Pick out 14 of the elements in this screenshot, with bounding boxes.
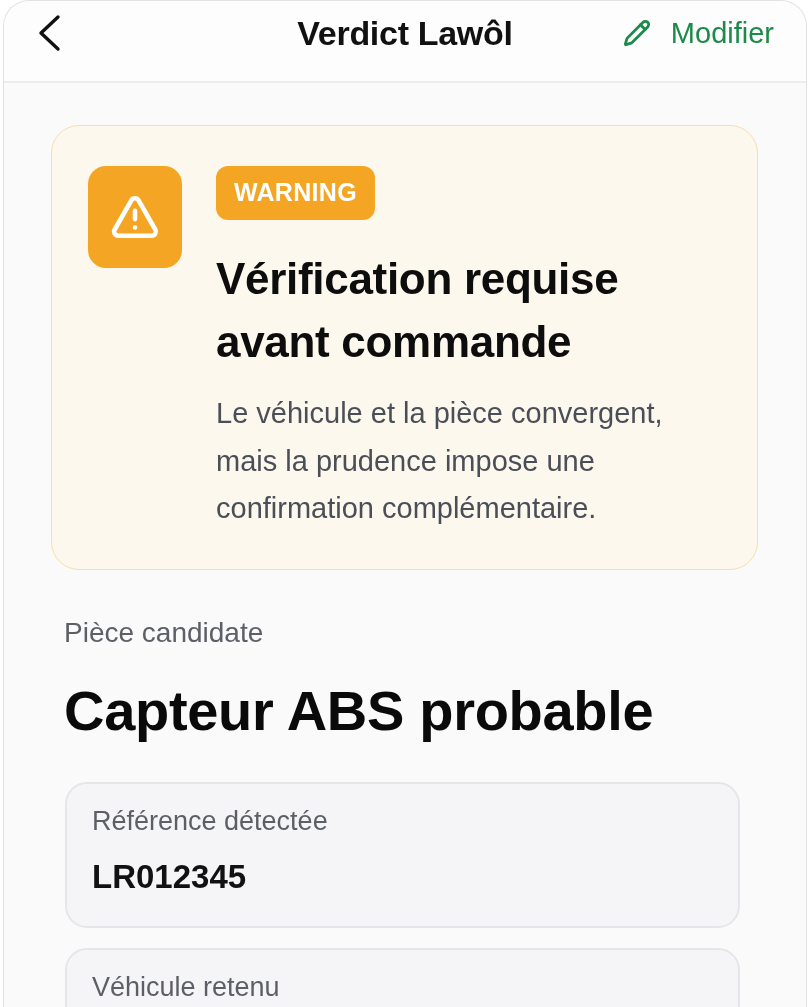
edit-button[interactable]: Modifier	[622, 14, 774, 52]
field-label: Véhicule retenu	[92, 971, 281, 1002]
severity-badge: WARNING	[216, 166, 375, 220]
screen-title: Verdict Lawôl	[297, 13, 513, 54]
back-button[interactable]	[36, 14, 62, 52]
alert-title: Vérification requise avant commande	[216, 253, 620, 368]
warning-icon	[88, 166, 182, 268]
alert-message: Le véhicule et la pièce convergent, mais la prudence impose une confirmation complémentaire.	[216, 396, 664, 526]
chevron-left-icon	[36, 14, 62, 52]
part-name: Capteur ABS probable	[64, 678, 655, 743]
pencil-icon	[622, 19, 651, 47]
section-label: Pièce candidate	[64, 615, 265, 650]
field-value: LR012345	[92, 856, 248, 897]
field-label: Référence détectée	[92, 805, 329, 836]
